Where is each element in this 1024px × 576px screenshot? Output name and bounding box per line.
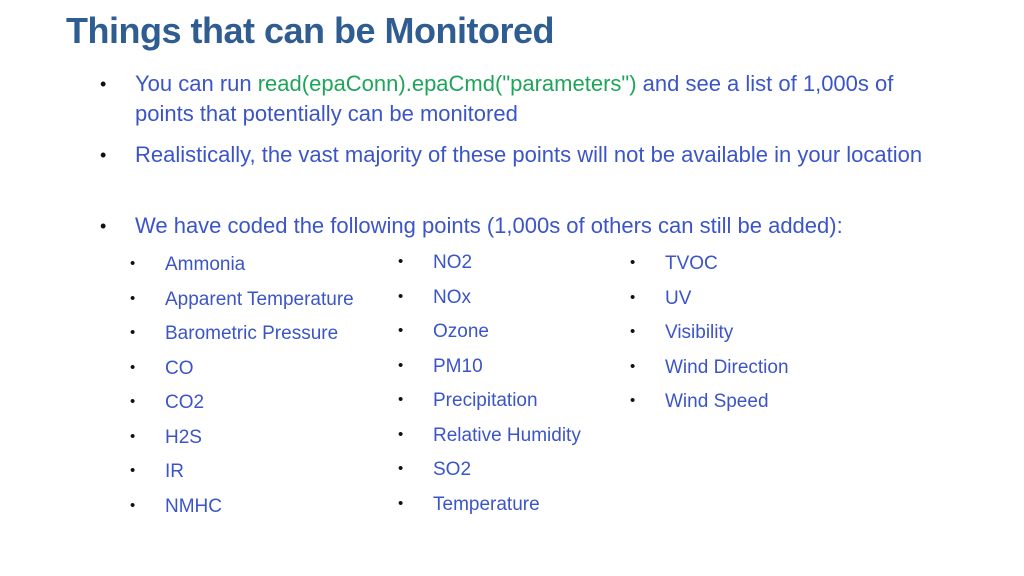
bullet-item: • We have coded the following points (1,… <box>100 211 950 241</box>
bullet-icon: • <box>130 324 136 341</box>
bullet-icon: • <box>130 358 136 376</box>
point-label: Visibility <box>665 322 734 343</box>
point-label: SO2 <box>433 459 472 480</box>
bullet-icon: • <box>398 460 404 477</box>
bullet-icon: • <box>130 496 136 514</box>
bullet-icon: • <box>398 287 404 305</box>
point-label: CO <box>165 357 194 379</box>
bullet-icon: • <box>130 289 136 307</box>
point-label: IR <box>165 461 184 482</box>
point-label: NOx <box>433 286 471 308</box>
bullet-icon: • <box>398 322 404 339</box>
bullet-icon: • <box>100 74 107 94</box>
bullet-icon: • <box>630 288 636 306</box>
point-label: Apparent Temperature <box>165 288 354 310</box>
slide-title: Things that can be Monitored <box>66 10 555 51</box>
bullet-icon: • <box>630 323 636 340</box>
point-label: PM10 <box>433 355 483 377</box>
bullet-icon: • <box>100 216 107 236</box>
bullet-icon: • <box>398 494 404 512</box>
bullet-text: Realistically, the vast majority of thes… <box>135 142 923 167</box>
bullet-icon: • <box>398 391 404 408</box>
bullet-icon: • <box>630 357 636 375</box>
point-label: Ammonia <box>165 254 246 275</box>
bullet-icon: • <box>630 392 636 409</box>
bullet-icon: • <box>130 462 136 479</box>
bullet-icon: • <box>100 145 107 165</box>
point-label: Temperature <box>433 493 540 515</box>
point-label: NO2 <box>433 252 473 273</box>
bullet-icon: • <box>630 254 636 271</box>
bullet-icon: • <box>130 255 136 272</box>
bullet-item: • Realistically, the vast majority of th… <box>100 140 950 170</box>
point-label: Relative Humidity <box>433 424 581 446</box>
bullet-icon: • <box>398 253 404 270</box>
point-label: Ozone <box>433 321 489 342</box>
bullet-item: • You can run read(epaConn).epaCmd("para… <box>100 69 950 129</box>
point-label: CO2 <box>165 392 205 413</box>
bullet-icon: • <box>398 425 404 443</box>
bullet-text: We have coded the following points (1,00… <box>135 213 843 238</box>
point-label: TVOC <box>665 253 718 274</box>
code-snippet: read(epaConn).epaCmd("parameters") <box>257 71 637 96</box>
point-label: Precipitation <box>433 390 538 411</box>
point-label: Wind Speed <box>665 391 769 412</box>
bullet-icon: • <box>130 393 136 410</box>
point-label: Wind Direction <box>665 356 789 378</box>
point-label: UV <box>665 287 692 309</box>
point-label: Barometric Pressure <box>165 323 339 344</box>
bullet-icon: • <box>130 427 136 445</box>
bullet-text: You can run <box>135 71 258 96</box>
point-label: NMHC <box>165 495 222 517</box>
point-label: H2S <box>165 426 202 448</box>
bullet-icon: • <box>398 356 404 374</box>
